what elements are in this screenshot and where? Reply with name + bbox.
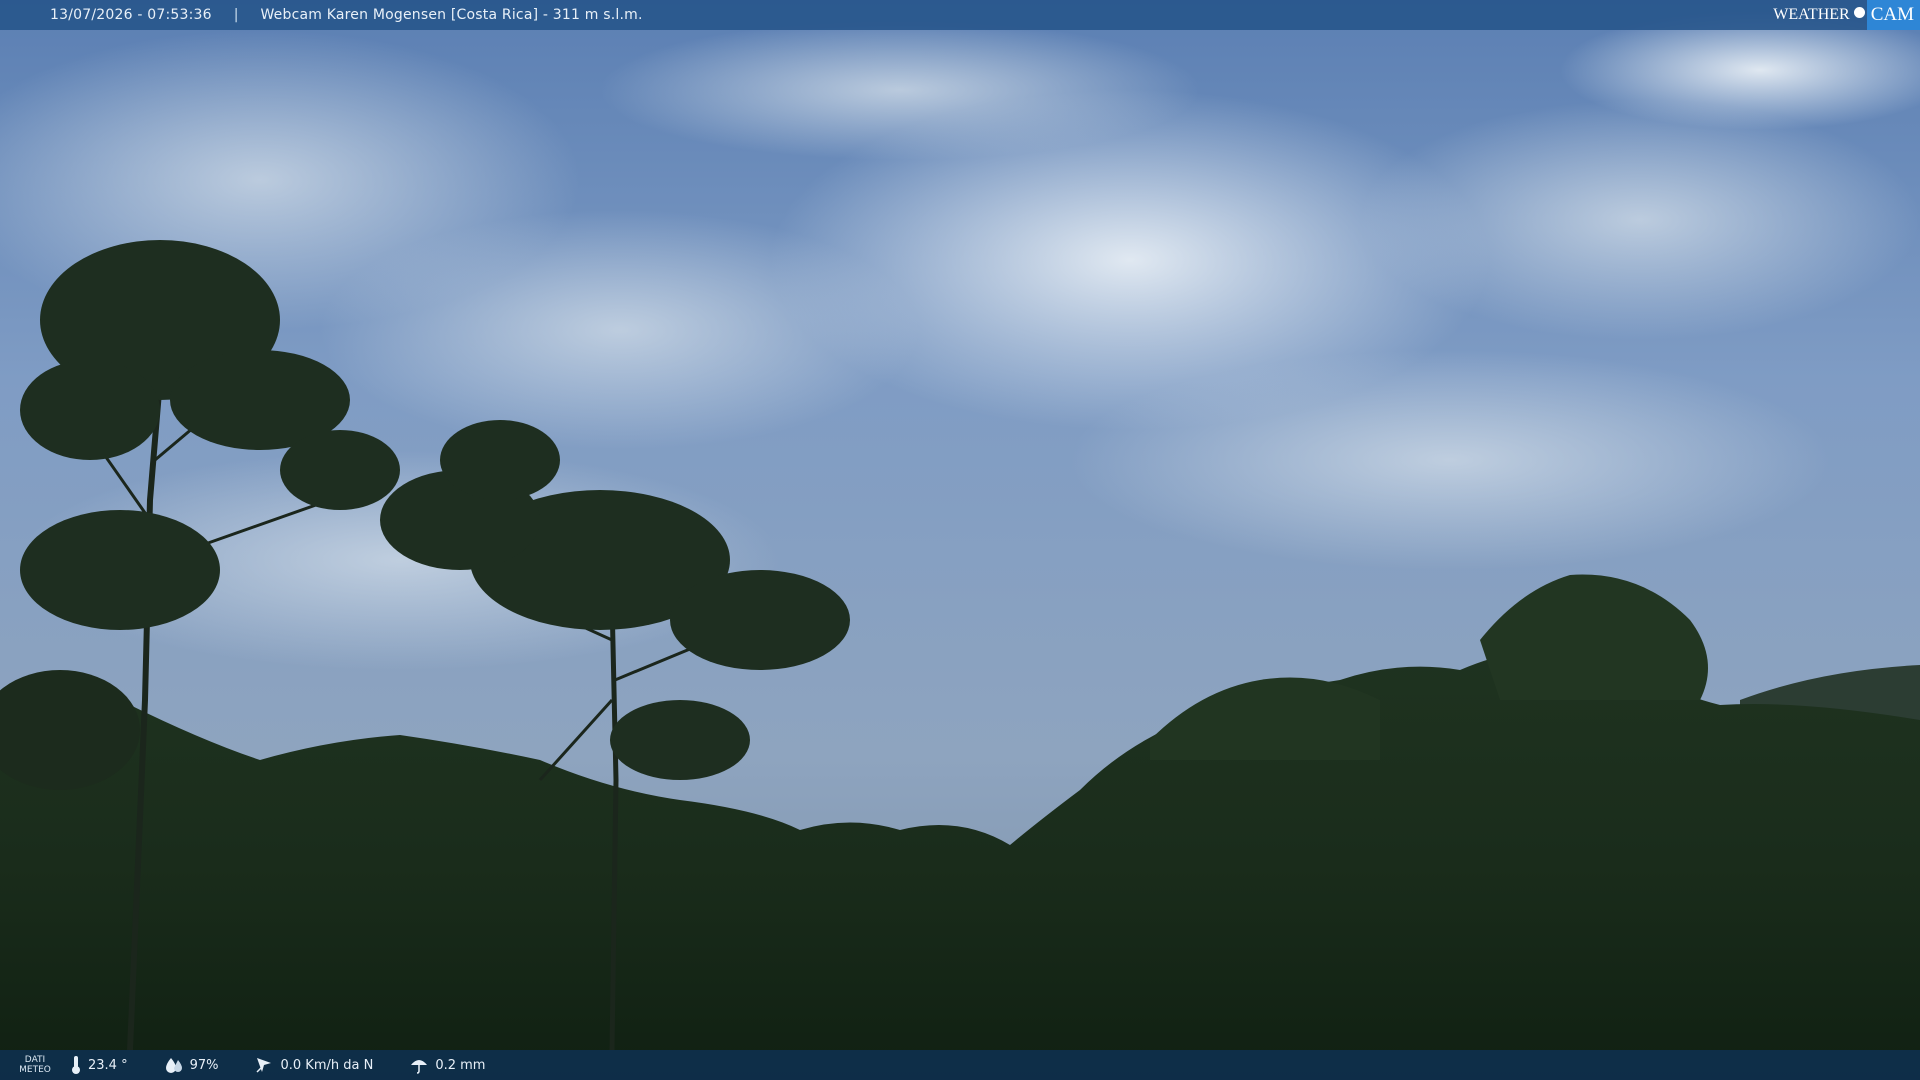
dati-label: DATI — [24, 1055, 46, 1065]
logo-weather-text: WEATHER — [1773, 6, 1850, 23]
timestamp: 13/07/2026 - 07:53:36 — [50, 7, 212, 23]
weathercam-logo: WEATHER CAM — [1773, 0, 1920, 30]
wind-metric: 0.0 Km/h da N — [254, 1055, 373, 1075]
header-separator: | — [233, 7, 239, 23]
rain-metric: 0.2 mm — [409, 1055, 485, 1075]
meteo-label: METEO — [19, 1065, 51, 1075]
rain-umbrella-icon — [411, 1060, 428, 1074]
humidity-drop-icon — [165, 1058, 182, 1073]
dati-meteo-label: DATI METEO — [0, 1055, 70, 1075]
webcam-frame: 13/07/2026 - 07:53:36 | Webcam Karen Mog… — [0, 0, 1920, 1080]
wind-value: 0.0 Km/h da N — [280, 1057, 374, 1073]
temperature-value: 23.4 ° — [88, 1057, 128, 1073]
webcam-image — [0, 0, 1920, 1080]
logo-cam-text: CAM — [1866, 0, 1920, 30]
humidity-metric: 97% — [164, 1056, 219, 1074]
humidity-value: 97% — [189, 1057, 219, 1073]
thermometer-icon — [72, 1056, 80, 1074]
webcam-header-bar: 13/07/2026 - 07:53:36 | Webcam Karen Mog… — [0, 0, 1920, 30]
webcam-title: Webcam Karen Mogensen [Costa Rica] - 311… — [260, 7, 643, 23]
rain-value: 0.2 mm — [435, 1057, 486, 1073]
wind-icon — [256, 1058, 272, 1073]
temperature-metric: 23.4 ° — [70, 1055, 128, 1075]
logo-dot-icon — [1853, 6, 1865, 18]
weather-data-bar: DATI METEO 23.4 ° 97% 0.0 Km/h da N 0.2 … — [0, 1050, 1920, 1080]
